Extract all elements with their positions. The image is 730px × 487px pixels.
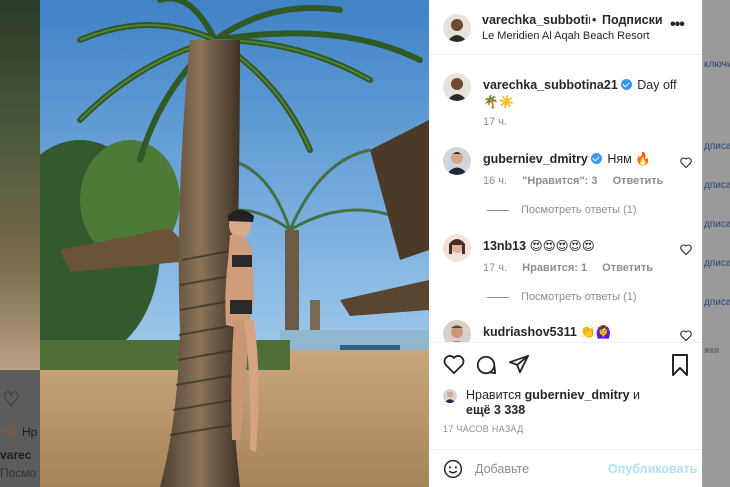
following-button[interactable]: Подписки [602,13,663,27]
add-comment-input[interactable] [475,460,605,478]
author-username[interactable]: varechka_subbotina21 [482,13,590,27]
comment-like-heart-icon[interactable] [680,328,692,342]
commenter-avatar[interactable] [443,147,471,175]
caption-username[interactable]: varechka_subbotina21 [483,78,618,92]
emoji-smile-icon[interactable] [443,459,463,484]
likes-count-button[interactable]: ещё 3 338 [466,403,525,417]
caption-meta: 17 ч. [483,116,519,128]
comments-list[interactable]: varechka_subbotina21 Day off🌴☀️ 17 ч. gu… [429,56,702,342]
commenter-username[interactable]: guberniev_dmitry [483,152,588,166]
comment-body: 😍😍😍😍😍 [529,239,595,253]
reply-button[interactable]: Ответить [613,175,664,187]
comment-time[interactable]: 16 ч. [483,175,507,187]
comment-like-heart-icon[interactable] [680,242,692,260]
commenter-avatar[interactable] [443,320,471,342]
background-link: дписат [704,219,730,230]
comment-likes-count[interactable]: Нравится: 1 [522,262,587,274]
view-replies-button[interactable]: Посмотреть ответы (1) [487,291,637,303]
background-link: дписат [704,180,730,191]
comment-meta: 16 ч. "Нравится": 3 Ответить [483,175,675,187]
background-post-photo [0,0,40,370]
background-likes-text: Нр [22,425,38,439]
save-bookmark-icon[interactable] [671,354,689,381]
comment-meta: 17 ч. Нравится: 1 Ответить [483,262,665,274]
share-send-icon[interactable] [508,354,530,379]
comment-body: 👏🙆‍♀️ [580,325,612,339]
like-heart-icon[interactable] [443,354,465,379]
post-location[interactable]: Le Meridien Al Aqah Beach Resort [482,30,650,42]
post-header: varechka_subbotina21 • Подписки Le Merid… [429,0,702,55]
post-details-panel: varechka_subbotina21 • Подписки Le Merid… [429,0,702,487]
comment-time[interactable]: 17 ч. [483,262,507,274]
background-link: дписат [704,297,730,308]
comment-body: Ням 🔥 [607,152,651,166]
comment-likes-count[interactable]: "Нравится": 3 [522,175,597,187]
background-link: дписат [704,141,730,152]
verified-icon [590,153,602,164]
commenter-avatar[interactable] [443,234,471,262]
reply-button[interactable]: Ответить [602,262,653,274]
caption-text: varechka_subbotina21 Day off🌴☀️ [483,77,683,111]
background-link: дписат [704,258,730,269]
comment-text: 13nb13 😍😍😍😍😍 [483,238,683,255]
background-heart-icon: ♡ [2,389,20,411]
comment-icon[interactable] [475,354,497,381]
author-avatar[interactable] [443,14,471,42]
liker-username[interactable]: guberniev_dmitry [525,388,630,402]
commenter-username[interactable]: 13nb13 [483,239,526,253]
add-comment-bar: Опубликовать [429,449,702,487]
verified-icon [620,79,632,90]
background-post-left: ♡ Нр varec Посмо [0,0,40,487]
publish-button[interactable]: Опубликовать [608,462,697,476]
background-link: ключит [704,59,730,70]
post-timestamp[interactable]: 17 ЧАСОВ НАЗАД [443,424,524,434]
likes-suffix: и [633,388,641,402]
background-view-text: Посмо [0,466,37,480]
likes-prefix: Нравится [466,388,522,402]
commenter-username[interactable]: kudriashov5311 [483,325,577,339]
liker-avatar[interactable] [443,389,457,403]
palm-beach-photo [40,0,429,487]
view-replies-button[interactable]: Посмотреть ответы (1) [487,204,637,216]
author-avatar[interactable] [443,73,471,101]
likes-line: Нравится guberniev_dmitry и [466,388,640,402]
post-actions-bar [429,342,702,382]
comment-text: kudriashov5311 👏🙆‍♀️ [483,324,683,341]
comment-text: guberniev_dmitry Ням 🔥 [483,151,683,168]
caption-time[interactable]: 17 ч. [483,116,507,128]
background-suggestions: ключит дписат дписат дписат дписат дписа… [702,0,730,487]
background-hint: жки [704,345,719,355]
background-avatar [3,424,17,438]
more-options-icon[interactable]: ••• [670,16,685,34]
comment-like-heart-icon[interactable] [680,155,692,173]
post-photo[interactable] [40,0,429,487]
background-username: varec [0,448,32,462]
header-separator: • [592,13,597,27]
